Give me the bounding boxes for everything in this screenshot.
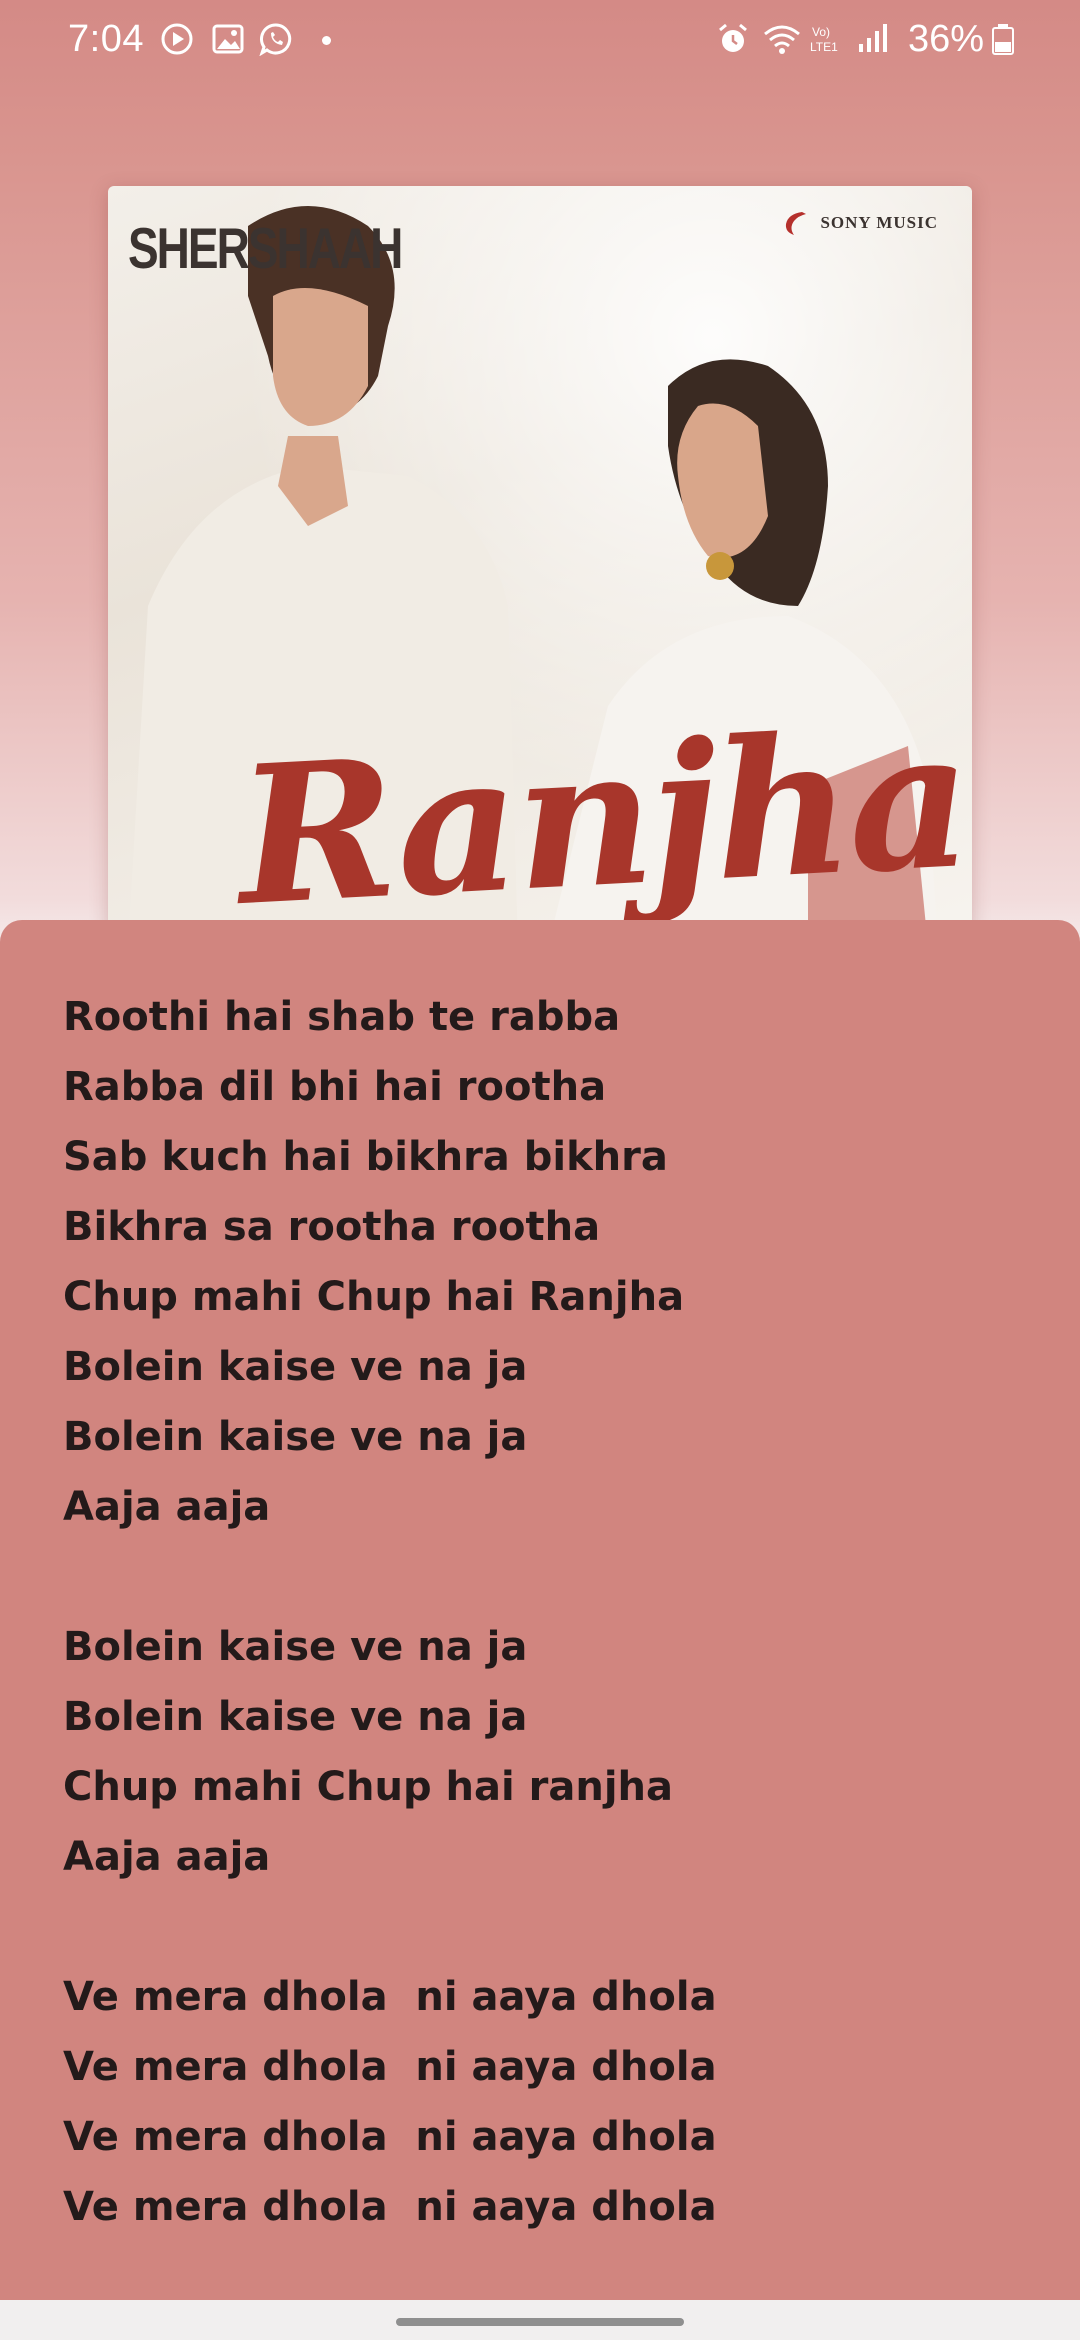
- sony-music-logo: SONY MUSIC: [780, 208, 938, 238]
- battery-percent: 36%: [908, 18, 985, 60]
- svg-text:LTE1: LTE1: [810, 40, 838, 54]
- navigation-bar: [0, 2300, 1080, 2340]
- alarm-icon: [719, 23, 747, 52]
- dot-icon: [322, 36, 331, 45]
- home-indicator[interactable]: [396, 2318, 684, 2326]
- battery-icon: [992, 24, 1014, 55]
- play-circle-icon: [161, 23, 193, 55]
- signal-icon: [859, 24, 887, 52]
- svg-text:Vo): Vo): [812, 25, 830, 39]
- sony-music-label: SONY MUSIC: [820, 213, 938, 232]
- lyrics-text: Roothi hai shab te rabba Rabba dil bhi h…: [63, 994, 717, 2230]
- image-icon: [212, 24, 244, 54]
- sony-music-icon: [786, 212, 807, 235]
- album-title: Ranjha: [232, 687, 972, 946]
- album-art: SHERSHAAH SONY MUSIC Ranjha: [108, 186, 972, 946]
- album-label-shershaah: SHERSHAAH: [128, 215, 403, 281]
- lyrics-panel[interactable]: Roothi hai shab te rabba Rabba dil bhi h…: [0, 920, 1080, 2300]
- wifi-icon: [764, 25, 800, 54]
- volte-icon: Vo) LTE1: [810, 25, 838, 54]
- status-time: 7:04: [68, 18, 144, 60]
- whatsapp-icon: [259, 23, 292, 56]
- status-bar: 7:04 Vo) LTE1 36%: [0, 0, 1080, 80]
